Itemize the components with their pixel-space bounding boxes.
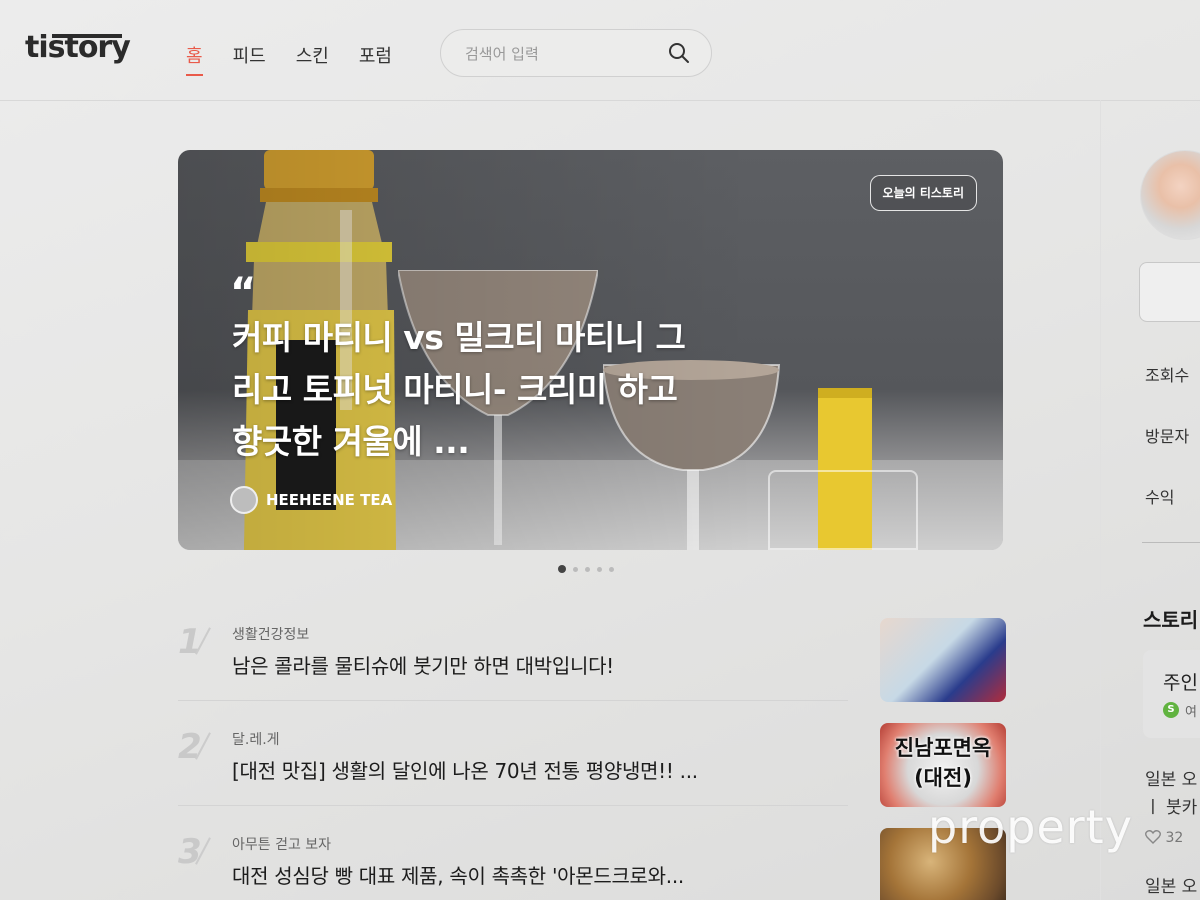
post-thumbnail[interactable]: 진남포면옥 (대전) bbox=[880, 723, 1006, 807]
stat-views-label: 조회수 bbox=[1145, 366, 1190, 385]
quote-mark: “ bbox=[230, 270, 257, 316]
thumbnail-caption: 진남포면옥 (대전) bbox=[894, 736, 992, 790]
post-category[interactable]: 아무튼 걷고 보자 bbox=[232, 834, 331, 854]
like-count-value: 32 bbox=[1165, 830, 1184, 846]
nav-skin[interactable]: 스킨 bbox=[296, 42, 329, 68]
header-divider bbox=[0, 100, 1200, 101]
rank-number: 2 bbox=[178, 727, 202, 767]
nav-feed[interactable]: 피드 bbox=[233, 42, 266, 68]
story-card-badge: S bbox=[1163, 702, 1179, 718]
main-nav: 홈 피드 스킨 포럼 bbox=[186, 42, 392, 76]
sidebar-divider bbox=[1100, 100, 1101, 900]
post-category[interactable]: 달.레.게 bbox=[232, 729, 280, 749]
list-item[interactable]: 2 달.레.게 [대전 맛집] 생활의 달인에 나온 70년 전통 평양냉면!!… bbox=[178, 723, 1008, 827]
sidebar-button[interactable] bbox=[1139, 262, 1200, 322]
carousel-dot[interactable] bbox=[585, 566, 590, 572]
tistory-logo[interactable]: tistory bbox=[25, 30, 131, 65]
author-avatar bbox=[230, 486, 258, 514]
story-card-title[interactable]: 주인 bbox=[1163, 668, 1198, 695]
post-title[interactable]: 대전 성심당 빵 대표 제품, 속이 촉촉한 '아몬드크로와... bbox=[232, 860, 684, 889]
today-tistory-badge: 오늘의 티스토리 bbox=[869, 175, 977, 211]
profile-avatar[interactable] bbox=[1140, 150, 1200, 240]
post-thumbnail[interactable] bbox=[880, 618, 1006, 702]
carousel-dot[interactable] bbox=[558, 565, 566, 573]
sidebar-heading: 스토리 bbox=[1143, 608, 1199, 632]
list-item[interactable]: 1 생활건강정보 남은 콜라를 물티슈에 붓기만 하면 대박입니다! bbox=[178, 618, 1008, 722]
post-title[interactable]: [대전 맛집] 생활의 달인에 나온 70년 전통 평양냉면!! ... bbox=[232, 755, 698, 784]
like-count[interactable]: 32 bbox=[1145, 830, 1183, 846]
watermark: property bbox=[928, 800, 1133, 854]
carousel-indicator bbox=[558, 565, 614, 573]
row-divider bbox=[178, 805, 848, 806]
carousel-dot[interactable] bbox=[609, 566, 614, 572]
nav-forum[interactable]: 포럼 bbox=[359, 42, 392, 68]
sidebar-post-title[interactable]: 일본 오 bbox=[1145, 765, 1197, 790]
nav-home[interactable]: 홈 bbox=[186, 42, 203, 76]
sidebar-divider-line bbox=[1142, 542, 1200, 543]
hero-author[interactable]: HEEHEENE TEA bbox=[230, 486, 392, 514]
search-input[interactable] bbox=[465, 42, 655, 66]
heart-icon bbox=[1145, 830, 1161, 844]
rank-number: 3 bbox=[178, 832, 202, 872]
list-item[interactable]: 3 아무튼 걷고 보자 대전 성심당 빵 대표 제품, 속이 촉촉한 '아몬드크… bbox=[178, 828, 1008, 900]
author-name: HEEHEENE TEA bbox=[266, 491, 393, 509]
post-category[interactable]: 생활건강정보 bbox=[232, 624, 309, 644]
row-divider bbox=[178, 700, 848, 701]
hero-title[interactable]: 커피 마티니 vs 밀크티 마티니 그리고 토피넛 마티니- 크리미 하고 향긋… bbox=[232, 312, 692, 468]
sidebar-post-title-3[interactable]: 일본 오 bbox=[1145, 872, 1197, 897]
post-title[interactable]: 남은 콜라를 물티슈에 붓기만 하면 대박입니다! bbox=[232, 650, 614, 679]
carousel-dot[interactable] bbox=[597, 566, 602, 572]
rank-number: 1 bbox=[178, 622, 202, 662]
stat-revenue-label: 수익 bbox=[1145, 488, 1175, 507]
hero-banner[interactable]: 오늘의 티스토리 “ 커피 마티니 vs 밀크티 마티니 그리고 토피넛 마티니… bbox=[178, 150, 1003, 550]
header: tistory 홈 피드 스킨 포럼 bbox=[0, 0, 1200, 100]
sidebar-post-title-2[interactable]: ㅣ 붓카 bbox=[1145, 793, 1197, 818]
stat-visitors-label: 방문자 bbox=[1145, 427, 1190, 446]
carousel-dot[interactable] bbox=[573, 566, 578, 572]
search-icon[interactable] bbox=[668, 42, 690, 64]
story-card-sub: 여 bbox=[1185, 705, 1197, 720]
